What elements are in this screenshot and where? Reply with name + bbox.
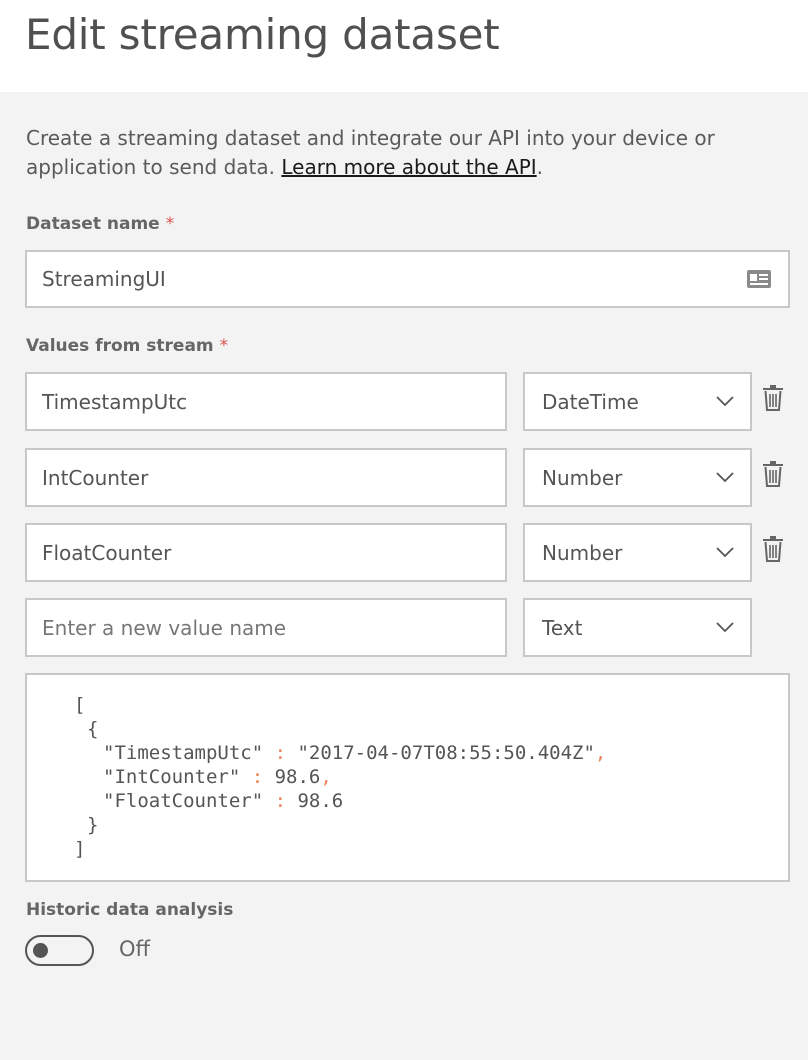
json-key: "FloatCounter" [103, 790, 264, 812]
new-value-placeholder: Enter a new value name [42, 615, 287, 640]
value-type-text: Number [542, 465, 623, 490]
historic-data-toggle[interactable] [25, 935, 94, 966]
historic-data-label: Historic data analysis [26, 900, 234, 920]
new-value-name-input[interactable]: Enter a new value name [25, 598, 507, 657]
chevron-down-icon [716, 395, 734, 406]
json-value: 98.6 [297, 790, 344, 812]
chevron-down-icon [716, 471, 734, 482]
json-line: [ [74, 694, 86, 716]
value-type-text: Number [542, 540, 623, 565]
json-value: 98.6 [274, 766, 321, 788]
value-type-select[interactable]: Number [523, 523, 752, 582]
required-marker: * [165, 214, 175, 234]
page-title: Edit streaming dataset [25, 10, 500, 59]
json-key: "IntCounter" [103, 766, 241, 788]
trash-icon[interactable] [762, 461, 784, 487]
json-line: ] [74, 838, 86, 860]
json-preview[interactable]: [ { "TimestampUtc" : "2017-04-07T08:55:5… [25, 673, 790, 882]
value-name-text: TimestampUtc [42, 389, 188, 414]
chevron-down-icon [716, 621, 734, 632]
trash-icon[interactable] [762, 536, 784, 562]
dataset-name-value: StreamingUI [42, 267, 166, 291]
learn-more-link[interactable]: Learn more about the API [281, 155, 536, 179]
json-key: "TimestampUtc" [103, 742, 264, 764]
value-name-text: IntCounter [42, 465, 149, 490]
values-from-stream-label: Values from stream * [26, 336, 228, 356]
dataset-name-input[interactable]: StreamingUI [25, 250, 790, 308]
value-name-input[interactable]: FloatCounter [25, 523, 507, 582]
json-line: "IntCounter" : 98.6, [103, 765, 332, 789]
description: Create a streaming dataset and integrate… [26, 124, 746, 182]
json-line: { [87, 718, 99, 740]
values-from-stream-label-text: Values from stream [26, 336, 214, 356]
toggle-state-label: Off [119, 937, 150, 961]
value-name-text: FloatCounter [42, 540, 172, 565]
json-comma: , [594, 742, 607, 764]
header: Edit streaming dataset [0, 0, 808, 92]
json-line: "TimestampUtc" : "2017-04-07T08:55:50.40… [103, 741, 606, 765]
json-separator: : [240, 766, 275, 788]
value-name-input[interactable]: TimestampUtc [25, 372, 507, 431]
new-value-type-select[interactable]: Text [523, 598, 752, 657]
value-name-input[interactable]: IntCounter [25, 448, 507, 507]
required-marker: * [219, 336, 229, 356]
json-value: "2017-04-07T08:55:50.404Z" [297, 742, 595, 764]
new-value-type-text: Text [542, 615, 583, 640]
contact-card-icon[interactable] [746, 268, 772, 290]
value-type-select[interactable]: DateTime [523, 372, 752, 431]
json-separator: : [263, 742, 298, 764]
value-type-text: DateTime [542, 389, 639, 414]
description-end: . [536, 155, 544, 179]
json-separator: : [263, 790, 298, 812]
chevron-down-icon [716, 546, 734, 557]
json-comma: , [320, 766, 332, 788]
toggle-knob [33, 943, 48, 958]
dataset-name-label: Dataset name * [26, 214, 174, 234]
trash-icon[interactable] [762, 385, 784, 411]
json-line: } [87, 814, 99, 836]
value-type-select[interactable]: Number [523, 448, 752, 507]
dataset-name-label-text: Dataset name [26, 214, 160, 234]
json-line: "FloatCounter" : 98.6 [103, 789, 343, 813]
